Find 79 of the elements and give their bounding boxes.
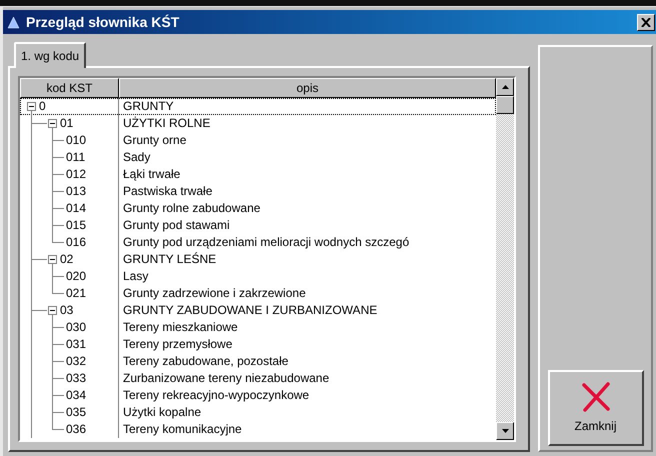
description-cell-text: GRUNTY	[122, 98, 174, 115]
description-cell-text: Tereny rekreacyjno-wypoczynkowe	[122, 387, 310, 404]
code-cell: 016	[66, 235, 86, 250]
app-icon	[7, 16, 20, 28]
code-cell: 032	[66, 354, 86, 369]
description-cell-text: Pastwiska trwałe	[122, 183, 212, 200]
code-cell: 036	[66, 422, 86, 437]
scroll-down-button[interactable]	[496, 422, 514, 440]
description-cell-text: Grunty zadrzewione i zakrzewione	[122, 285, 306, 302]
description-cell-text: Sady	[122, 149, 150, 166]
scroll-up-button[interactable]	[496, 78, 514, 96]
code-cell: 03	[60, 303, 74, 318]
description-cell-text: Łąki trwałe	[122, 166, 180, 183]
code-cell: 012	[66, 167, 86, 182]
up-arrow-icon	[502, 85, 508, 89]
window-title: Przegląd słownika KŚT	[26, 12, 180, 32]
close-icon	[641, 18, 651, 26]
code-cell: 010	[66, 133, 86, 148]
tree-row[interactable]: 016 Grunty pod urządzeniami melioracji wodnych szczegó	[20, 234, 496, 251]
description-cell-text: Użytki kopalne	[122, 404, 202, 421]
code-cell: 02	[60, 252, 74, 267]
tree-row[interactable]: 0 GRUNTY	[20, 98, 496, 115]
tree-row[interactable]: 02 GRUNTY LEŚNE	[20, 251, 496, 268]
code-cell: 031	[66, 337, 86, 352]
tree-row[interactable]: 032 Tereny zabudowane, pozostałe	[20, 353, 496, 370]
tree-row[interactable]: 020 Lasy	[20, 268, 496, 285]
scroll-thumb[interactable]	[496, 96, 514, 114]
description-cell-text: GRUNTY LEŚNE	[122, 251, 216, 268]
description-cell-text: Tereny mieszkaniowe	[122, 319, 238, 336]
tree-row[interactable]: 011 Sady	[20, 149, 496, 166]
tree-row[interactable]: 031 Tereny przemysłowe	[20, 336, 496, 353]
code-cell: 014	[66, 201, 86, 216]
scrollbar[interactable]	[496, 78, 514, 440]
column-header[interactable]: kod KST	[20, 78, 119, 98]
description-cell-text: Grunty pod stawami	[122, 217, 230, 234]
description-cell-text: Lasy	[122, 268, 148, 285]
code-cell: 035	[66, 405, 86, 420]
description-cell-text: Tereny komunikacyjne	[122, 421, 242, 438]
collapse-icon[interactable]	[48, 306, 57, 315]
description-cell-text: GRUNTY ZABUDOWANE I ZURBANIZOWANE	[122, 302, 378, 319]
tree-row[interactable]: 03 GRUNTY ZABUDOWANE I ZURBANIZOWANE	[20, 302, 496, 319]
code-cell: 01	[60, 116, 74, 131]
tree-row[interactable]: 014 Grunty rolne zabudowane	[20, 200, 496, 217]
description-cell-text: UŻYTKI ROLNE	[122, 115, 210, 132]
tree-row[interactable]: 034 Tereny rekreacyjno-wypoczynkowe	[20, 387, 496, 404]
code-cell: 013	[66, 184, 86, 199]
collapse-icon[interactable]	[48, 119, 57, 128]
collapse-icon[interactable]	[27, 102, 36, 111]
code-cell: 021	[66, 286, 86, 301]
description-cell-text: Grunty pod urządzeniami melioracji wodnych szczegó	[122, 234, 410, 251]
code-cell: 015	[66, 218, 86, 233]
down-arrow-icon	[502, 429, 508, 433]
tree-row[interactable]: 021 Grunty zadrzewione i zakrzewione	[20, 285, 496, 302]
code-cell: 0	[39, 99, 46, 114]
close-dialog-button[interactable]: Zamknij	[548, 370, 644, 446]
code-cell: 020	[66, 269, 86, 284]
code-cell: 011	[66, 150, 86, 165]
description-cell-text: Zurbanizowane tereny niezabudowane	[122, 370, 330, 387]
tree-row[interactable]: 030 Tereny mieszkaniowe	[20, 319, 496, 336]
tree-row[interactable]: 013 Pastwiska trwałe	[20, 183, 496, 200]
collapse-icon[interactable]	[48, 255, 57, 264]
description-cell-text: Tereny przemysłowe	[122, 336, 232, 353]
tab[interactable]: 1. wg kodu	[14, 42, 86, 68]
description-cell-text: Grunty orne	[122, 132, 186, 149]
tree-row[interactable]: 035 Użytki kopalne	[20, 404, 496, 421]
tree-row[interactable]: 01 UŻYTKI ROLNE	[20, 115, 496, 132]
code-cell: 030	[66, 320, 86, 335]
tree-row[interactable]: 015 Grunty pod stawami	[20, 217, 496, 234]
code-cell: 034	[66, 388, 86, 403]
cross-icon	[580, 381, 612, 413]
description-cell-text: Grunty rolne zabudowane	[122, 200, 260, 217]
tree-row[interactable]: 012 Łąki trwałe	[20, 166, 496, 183]
description-cell-text: Tereny zabudowane, pozostałe	[122, 353, 288, 370]
close-button[interactable]	[637, 14, 655, 30]
code-cell: 033	[66, 371, 86, 386]
tree-row[interactable]: 010 Grunty orne	[20, 132, 496, 149]
column-header[interactable]: opis	[119, 78, 496, 98]
tree-row[interactable]: 036 Tereny komunikacyjne	[20, 421, 496, 438]
tree-row[interactable]: 033 Zurbanizowane tereny niezabudowane	[20, 370, 496, 387]
